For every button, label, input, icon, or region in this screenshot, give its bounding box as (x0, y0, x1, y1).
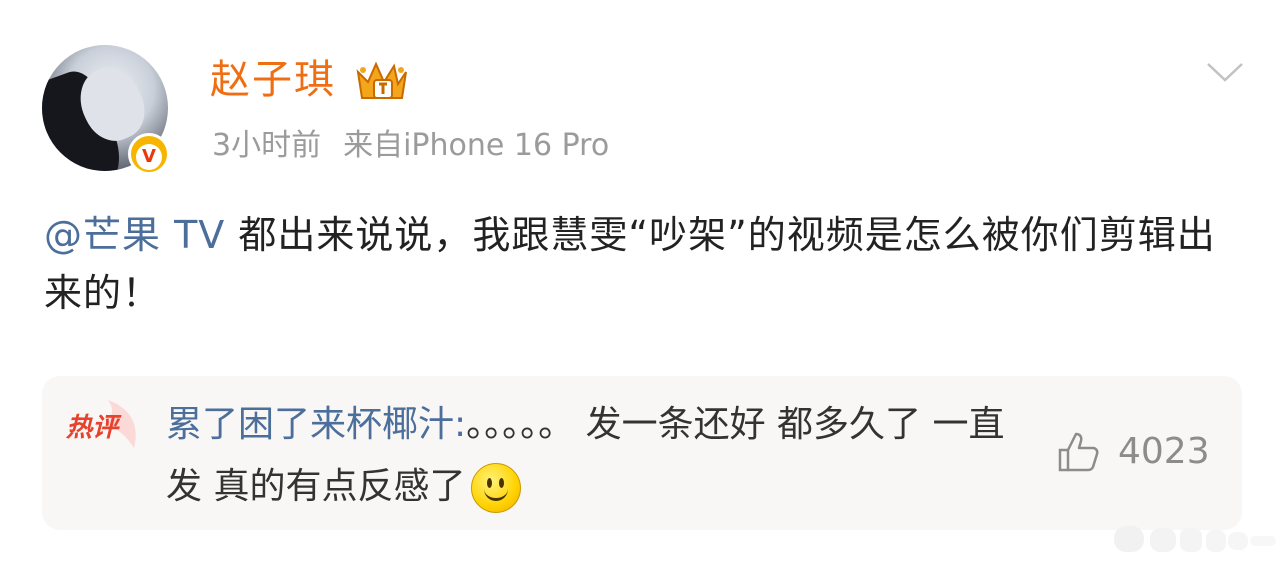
chevron-down-icon[interactable] (1206, 60, 1244, 86)
like-count: 4023 (1118, 431, 1210, 472)
crown-icon (356, 61, 407, 99)
comment-username[interactable]: 累了困了来杯椰汁 (166, 404, 454, 445)
author-name[interactable]: 赵子琪 (210, 52, 336, 108)
post-source: 来自iPhone 16 Pro (343, 128, 610, 163)
svg-text:热评: 热评 (65, 413, 122, 443)
thumbs-up-icon[interactable] (1056, 430, 1100, 474)
post-meta: 3小时前 来自iPhone 16 Pro (212, 124, 609, 168)
watermark (1114, 526, 1276, 552)
post-content: @芒果 TV 都出来说说，我跟慧雯“吵架”的视频是怎么被你们剪辑出来的！ (44, 206, 1244, 322)
verified-badge-icon: V (128, 133, 170, 175)
hot-comment-text: 累了困了来杯椰汁:。。。。。 发一条还好 都多久了 一直发 真的有点反感了 (166, 394, 1006, 518)
comment-separator: : (454, 404, 467, 445)
mention-link[interactable]: @芒果 TV (44, 213, 225, 257)
hot-comment-tag: 热评 (65, 400, 136, 448)
post-time: 3小时前 (212, 128, 322, 163)
smile-emoji-icon (471, 463, 522, 513)
